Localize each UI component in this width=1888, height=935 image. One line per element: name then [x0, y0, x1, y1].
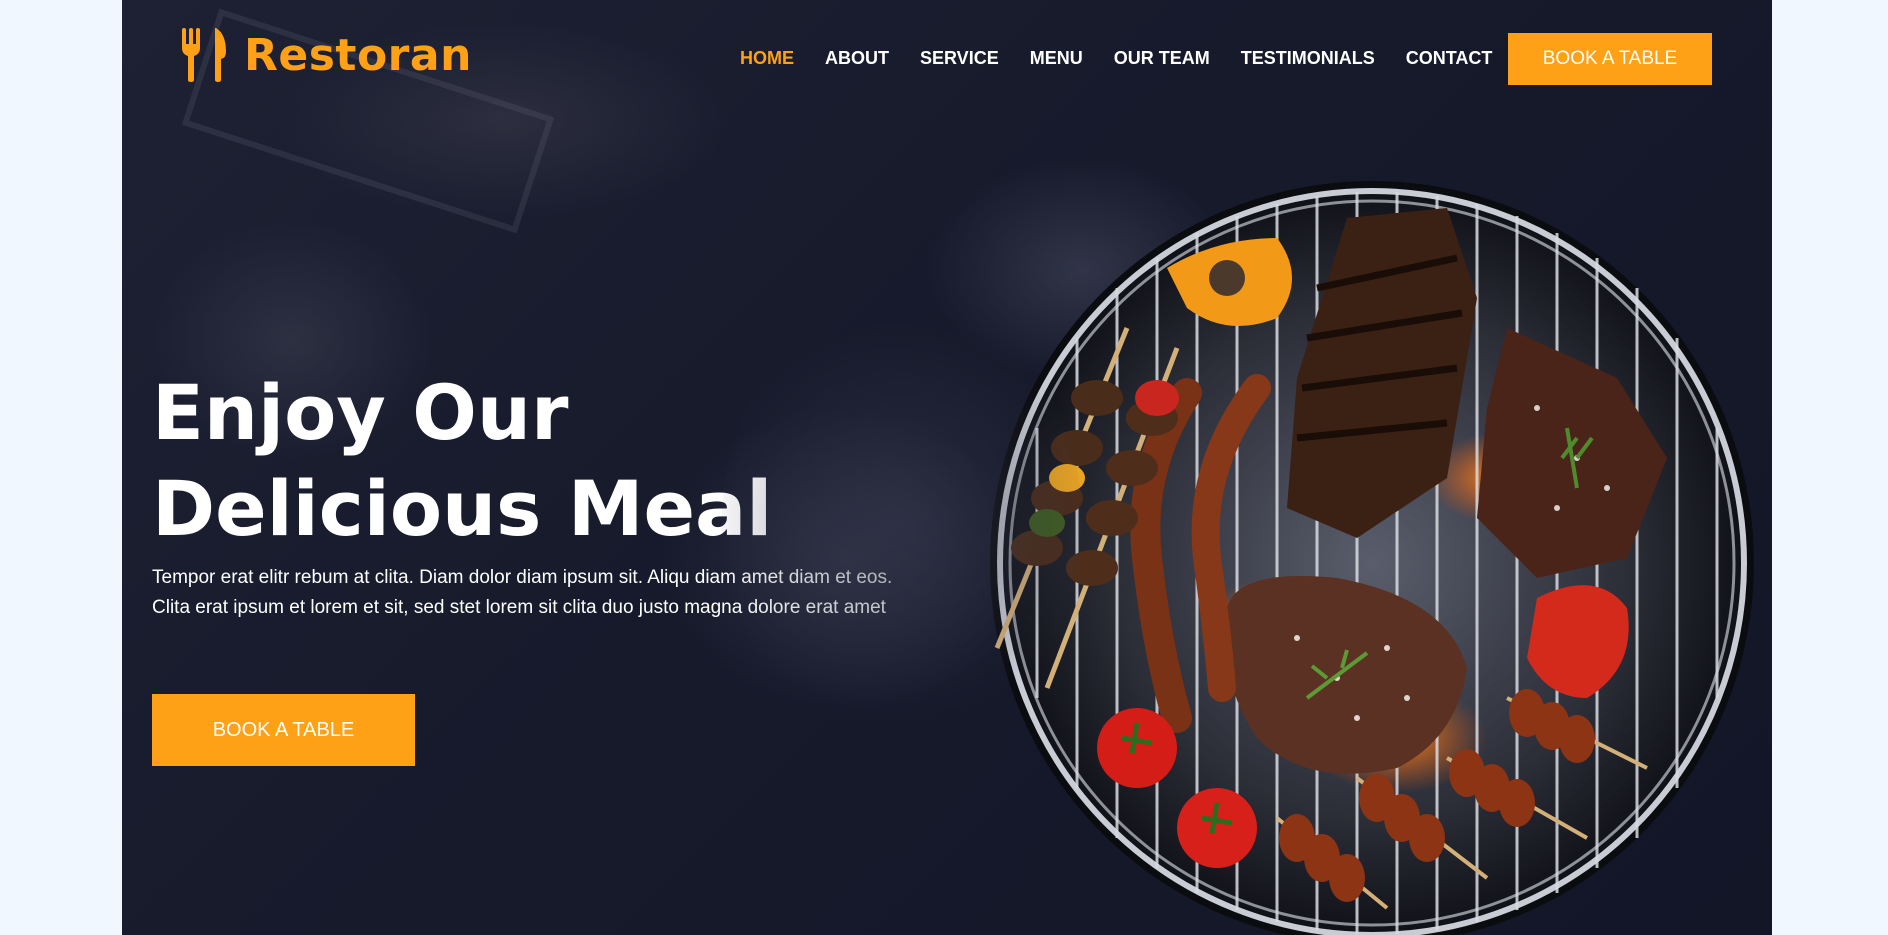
nav-link-menu[interactable]: MENU	[1030, 48, 1083, 69]
bbq-grill-image	[990, 181, 1754, 935]
nav-link-contact[interactable]: CONTACT	[1406, 48, 1493, 69]
hero-description: Tempor erat elitr rebum at clita. Diam d…	[152, 567, 893, 618]
hero-section: Restoran HOME ABOUT SERVICE MENU OUR TEA…	[122, 0, 1772, 935]
nav-menu: HOME ABOUT SERVICE MENU OUR TEAM TESTIMO…	[740, 48, 1523, 69]
hero-title: Enjoy Our Delicious Meal	[152, 365, 912, 557]
hero-title-line2: Delicious Meal	[152, 464, 773, 553]
brand-name: Restoran	[244, 29, 472, 81]
nav-link-home[interactable]: HOME	[740, 48, 794, 69]
nav-link-about[interactable]: ABOUT	[825, 48, 889, 69]
nav-link-our-team[interactable]: OUR TEAM	[1114, 48, 1210, 69]
nav-link-service[interactable]: SERVICE	[920, 48, 999, 69]
utensils-icon	[182, 28, 226, 82]
nav-link-testimonials[interactable]: TESTIMONIALS	[1241, 48, 1375, 69]
navbar: Restoran HOME ABOUT SERVICE MENU OUR TEA…	[122, 0, 1772, 118]
hero-title-line1: Enjoy Our	[152, 368, 569, 457]
brand-logo[interactable]: Restoran	[180, 28, 472, 82]
book-table-hero-button[interactable]: BOOK A TABLE	[152, 694, 415, 766]
book-table-nav-button[interactable]: BOOK A TABLE	[1508, 33, 1712, 85]
